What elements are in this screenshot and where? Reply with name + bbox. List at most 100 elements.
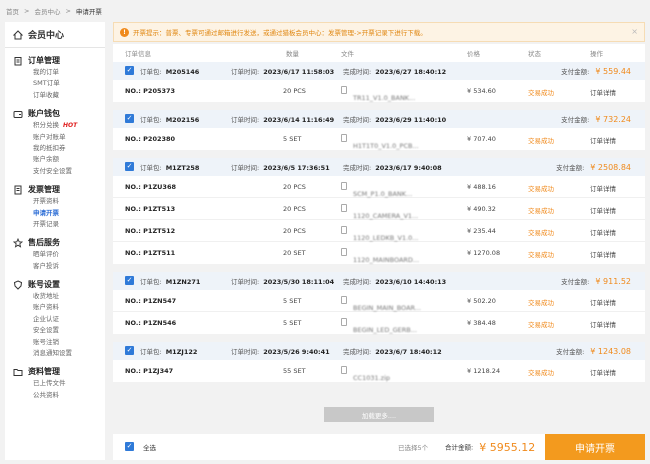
sidebar-group-files: 资料管理 已上传文件 公共资料 bbox=[5, 365, 105, 401]
sidebar-item-uploaded-files[interactable]: 已上传文件 bbox=[5, 378, 105, 389]
apply-invoice-button[interactable]: 申请开票 bbox=[545, 434, 645, 460]
order-detail-link[interactable]: 订单详情 bbox=[590, 367, 616, 377]
item-file: H1T1T0_V1.0_PCB... bbox=[341, 134, 419, 150]
order-id-value: M202156 bbox=[165, 116, 200, 124]
order-id-value: M1ZJ122 bbox=[165, 348, 198, 356]
order-id: 订单包: M202156 bbox=[140, 114, 199, 124]
status-badge: 交易成功 bbox=[528, 207, 554, 215]
pay-value: ¥ 1243.08 bbox=[590, 347, 631, 356]
sidebar-group-title: 发票管理 bbox=[5, 183, 105, 196]
order-detail-link[interactable]: 订单详情 bbox=[590, 205, 616, 215]
invoice-icon bbox=[13, 185, 23, 195]
order-detail-link[interactable]: 订单详情 bbox=[590, 249, 616, 259]
file-name: SCM_P1.0_BANK... bbox=[353, 190, 413, 198]
file-icon bbox=[341, 226, 347, 234]
order-group: ✓ 订单包: M1ZT258 订单时间: 2023/6/5 17:36:51 完成时… bbox=[113, 158, 645, 264]
order-id-label: 订单包: bbox=[140, 164, 162, 172]
sidebar-header[interactable]: 会员中心 bbox=[5, 22, 105, 48]
sidebar-group-orders: 订单管理 我的订单 SMT订单 订单收藏 bbox=[5, 54, 105, 101]
file-icon bbox=[341, 204, 347, 212]
clipboard-icon bbox=[13, 56, 23, 66]
done-time-value: 2023/6/7 18:40:12 bbox=[375, 348, 442, 356]
done-time-value: 2023/6/29 11:40:10 bbox=[375, 116, 447, 124]
done-time-label: 完成时间: bbox=[343, 116, 372, 124]
sidebar-item-coupons[interactable]: 我的抵扣券 bbox=[5, 143, 105, 154]
order-detail-link[interactable]: 订单详情 bbox=[590, 183, 616, 193]
done-time-label: 完成时间: bbox=[343, 278, 372, 286]
sidebar-item-enterprise-auth[interactable]: 企业认证 bbox=[5, 314, 105, 325]
load-more-button[interactable]: 加载更多.... bbox=[324, 407, 434, 422]
item-file: 1120_MAINBOARD... bbox=[341, 248, 419, 264]
order-detail-link[interactable]: 订单详情 bbox=[590, 227, 616, 237]
order-header: ✓ 订单包: M205146 订单时间: 2023/6/17 11:58:03 完成… bbox=[113, 62, 645, 80]
order-checkbox[interactable]: ✓ bbox=[125, 114, 134, 123]
sidebar-item-statement[interactable]: 账户对账单 bbox=[5, 132, 105, 143]
order-detail-link[interactable]: 订单详情 bbox=[590, 87, 616, 97]
item-no: NO.: P1ZT512 bbox=[125, 227, 176, 235]
warning-icon: ! bbox=[120, 27, 129, 37]
sidebar-item-my-orders[interactable]: 我的订单 bbox=[5, 67, 105, 78]
sidebar-item-account-cancel[interactable]: 账号注销 bbox=[5, 337, 105, 348]
order-id-label: 订单包: bbox=[140, 68, 162, 76]
sidebar-item-notifications[interactable]: 消息通知设置 bbox=[5, 348, 105, 359]
sidebar-item-security-settings[interactable]: 安全设置 bbox=[5, 325, 105, 336]
sidebar-item-reviews[interactable]: 晒单评价 bbox=[5, 249, 105, 260]
order-checkbox[interactable]: ✓ bbox=[125, 276, 134, 285]
sidebar-group-invoice: 发票管理 开票资料 申请开票 开票记录 bbox=[5, 183, 105, 230]
total-amount: 合计金额: ¥ 5955.12 bbox=[445, 441, 535, 454]
sidebar-item-payment-security[interactable]: 支付安全设置 bbox=[5, 166, 105, 177]
order-checkbox[interactable]: ✓ bbox=[125, 346, 134, 355]
sidebar-group-title: 账号设置 bbox=[5, 278, 105, 291]
sidebar-item-complaints[interactable]: 客户投诉 bbox=[5, 261, 105, 272]
done-time-value: 2023/6/10 14:40:13 bbox=[375, 278, 447, 286]
done-time: 完成时间: 2023/6/7 18:40:12 bbox=[343, 346, 442, 356]
item-price: ¥ 490.32 bbox=[467, 205, 496, 213]
sidebar-item-profile[interactable]: 账户资料 bbox=[5, 302, 105, 313]
total-label: 合计金额: bbox=[445, 443, 474, 451]
done-time-label: 完成时间: bbox=[343, 348, 372, 356]
sidebar-item-order-favorites[interactable]: 订单收藏 bbox=[5, 90, 105, 101]
sidebar-item-address[interactable]: 收货地址 bbox=[5, 291, 105, 302]
invoice-notice: ! 开票提示：普票、专票可通过邮箱进行发送，或通过猎板会员中心：发票管理->开票… bbox=[113, 22, 645, 42]
done-time-value: 2023/6/17 9:40:08 bbox=[375, 164, 442, 172]
sidebar-item-public-docs[interactable]: 公共资料 bbox=[5, 390, 105, 401]
file-name: H1T1T0_V1.0_PCB... bbox=[353, 142, 419, 150]
breadcrumb-member-center[interactable]: 会员中心 bbox=[34, 6, 60, 16]
file-icon bbox=[341, 86, 347, 94]
sidebar-item-balance[interactable]: 账户余额 bbox=[5, 154, 105, 165]
done-time: 完成时间: 2023/6/17 9:40:08 bbox=[343, 162, 442, 172]
breadcrumb-separator: > bbox=[24, 7, 30, 15]
sidebar-group-title: 账户钱包 bbox=[5, 107, 105, 120]
order-id-value: M205146 bbox=[165, 68, 200, 76]
item-price: ¥ 1218.24 bbox=[467, 367, 501, 375]
order-time: 订单时间: 2023/5/26 9:40:41 bbox=[231, 346, 330, 356]
order-detail-link[interactable]: 订单详情 bbox=[590, 319, 616, 329]
close-icon[interactable]: × bbox=[631, 27, 638, 36]
select-all-label[interactable]: 全选 bbox=[143, 442, 156, 452]
item-qty: 20 PCS bbox=[283, 87, 306, 95]
sidebar-group-account: 账号设置 收货地址 账户资料 企业认证 安全设置 账号注销 消息通知设置 bbox=[5, 278, 105, 359]
order-time-label: 订单时间: bbox=[231, 164, 260, 172]
order-time-value: 2023/5/30 18:11:04 bbox=[263, 278, 335, 286]
item-price: ¥ 502.20 bbox=[467, 297, 496, 305]
col-op: 操作 bbox=[590, 50, 603, 58]
item-price: ¥ 707.40 bbox=[467, 135, 496, 143]
pay-label: 支付金额: bbox=[556, 348, 585, 356]
sidebar-item-points-exchange[interactable]: 积分兑换 HOT bbox=[5, 120, 105, 131]
sidebar-item-invoice-records[interactable]: 开票记录 bbox=[5, 219, 105, 230]
sidebar-item-smt-orders[interactable]: SMT订单 bbox=[5, 78, 105, 89]
pay-amount: 支付金额: ¥ 911.52 bbox=[561, 276, 631, 286]
order-time-value: 2023/6/17 11:58:03 bbox=[263, 68, 335, 76]
col-qty: 数量 bbox=[286, 50, 299, 58]
order-time: 订单时间: 2023/6/17 11:58:03 bbox=[231, 66, 334, 76]
order-detail-link[interactable]: 订单详情 bbox=[590, 297, 616, 307]
order-detail-link[interactable]: 订单详情 bbox=[590, 135, 616, 145]
breadcrumb-home[interactable]: 首页 bbox=[6, 6, 19, 16]
sidebar-item-invoice-info[interactable]: 开票资料 bbox=[5, 196, 105, 207]
order-time-label: 订单时间: bbox=[231, 116, 260, 124]
order-checkbox[interactable]: ✓ bbox=[125, 66, 134, 75]
sidebar-group-title-label: 账户钱包 bbox=[28, 109, 60, 119]
order-checkbox[interactable]: ✓ bbox=[125, 162, 134, 171]
select-all-checkbox[interactable]: ✓ bbox=[125, 442, 134, 451]
sidebar-item-apply-invoice[interactable]: 申请开票 bbox=[5, 208, 105, 219]
